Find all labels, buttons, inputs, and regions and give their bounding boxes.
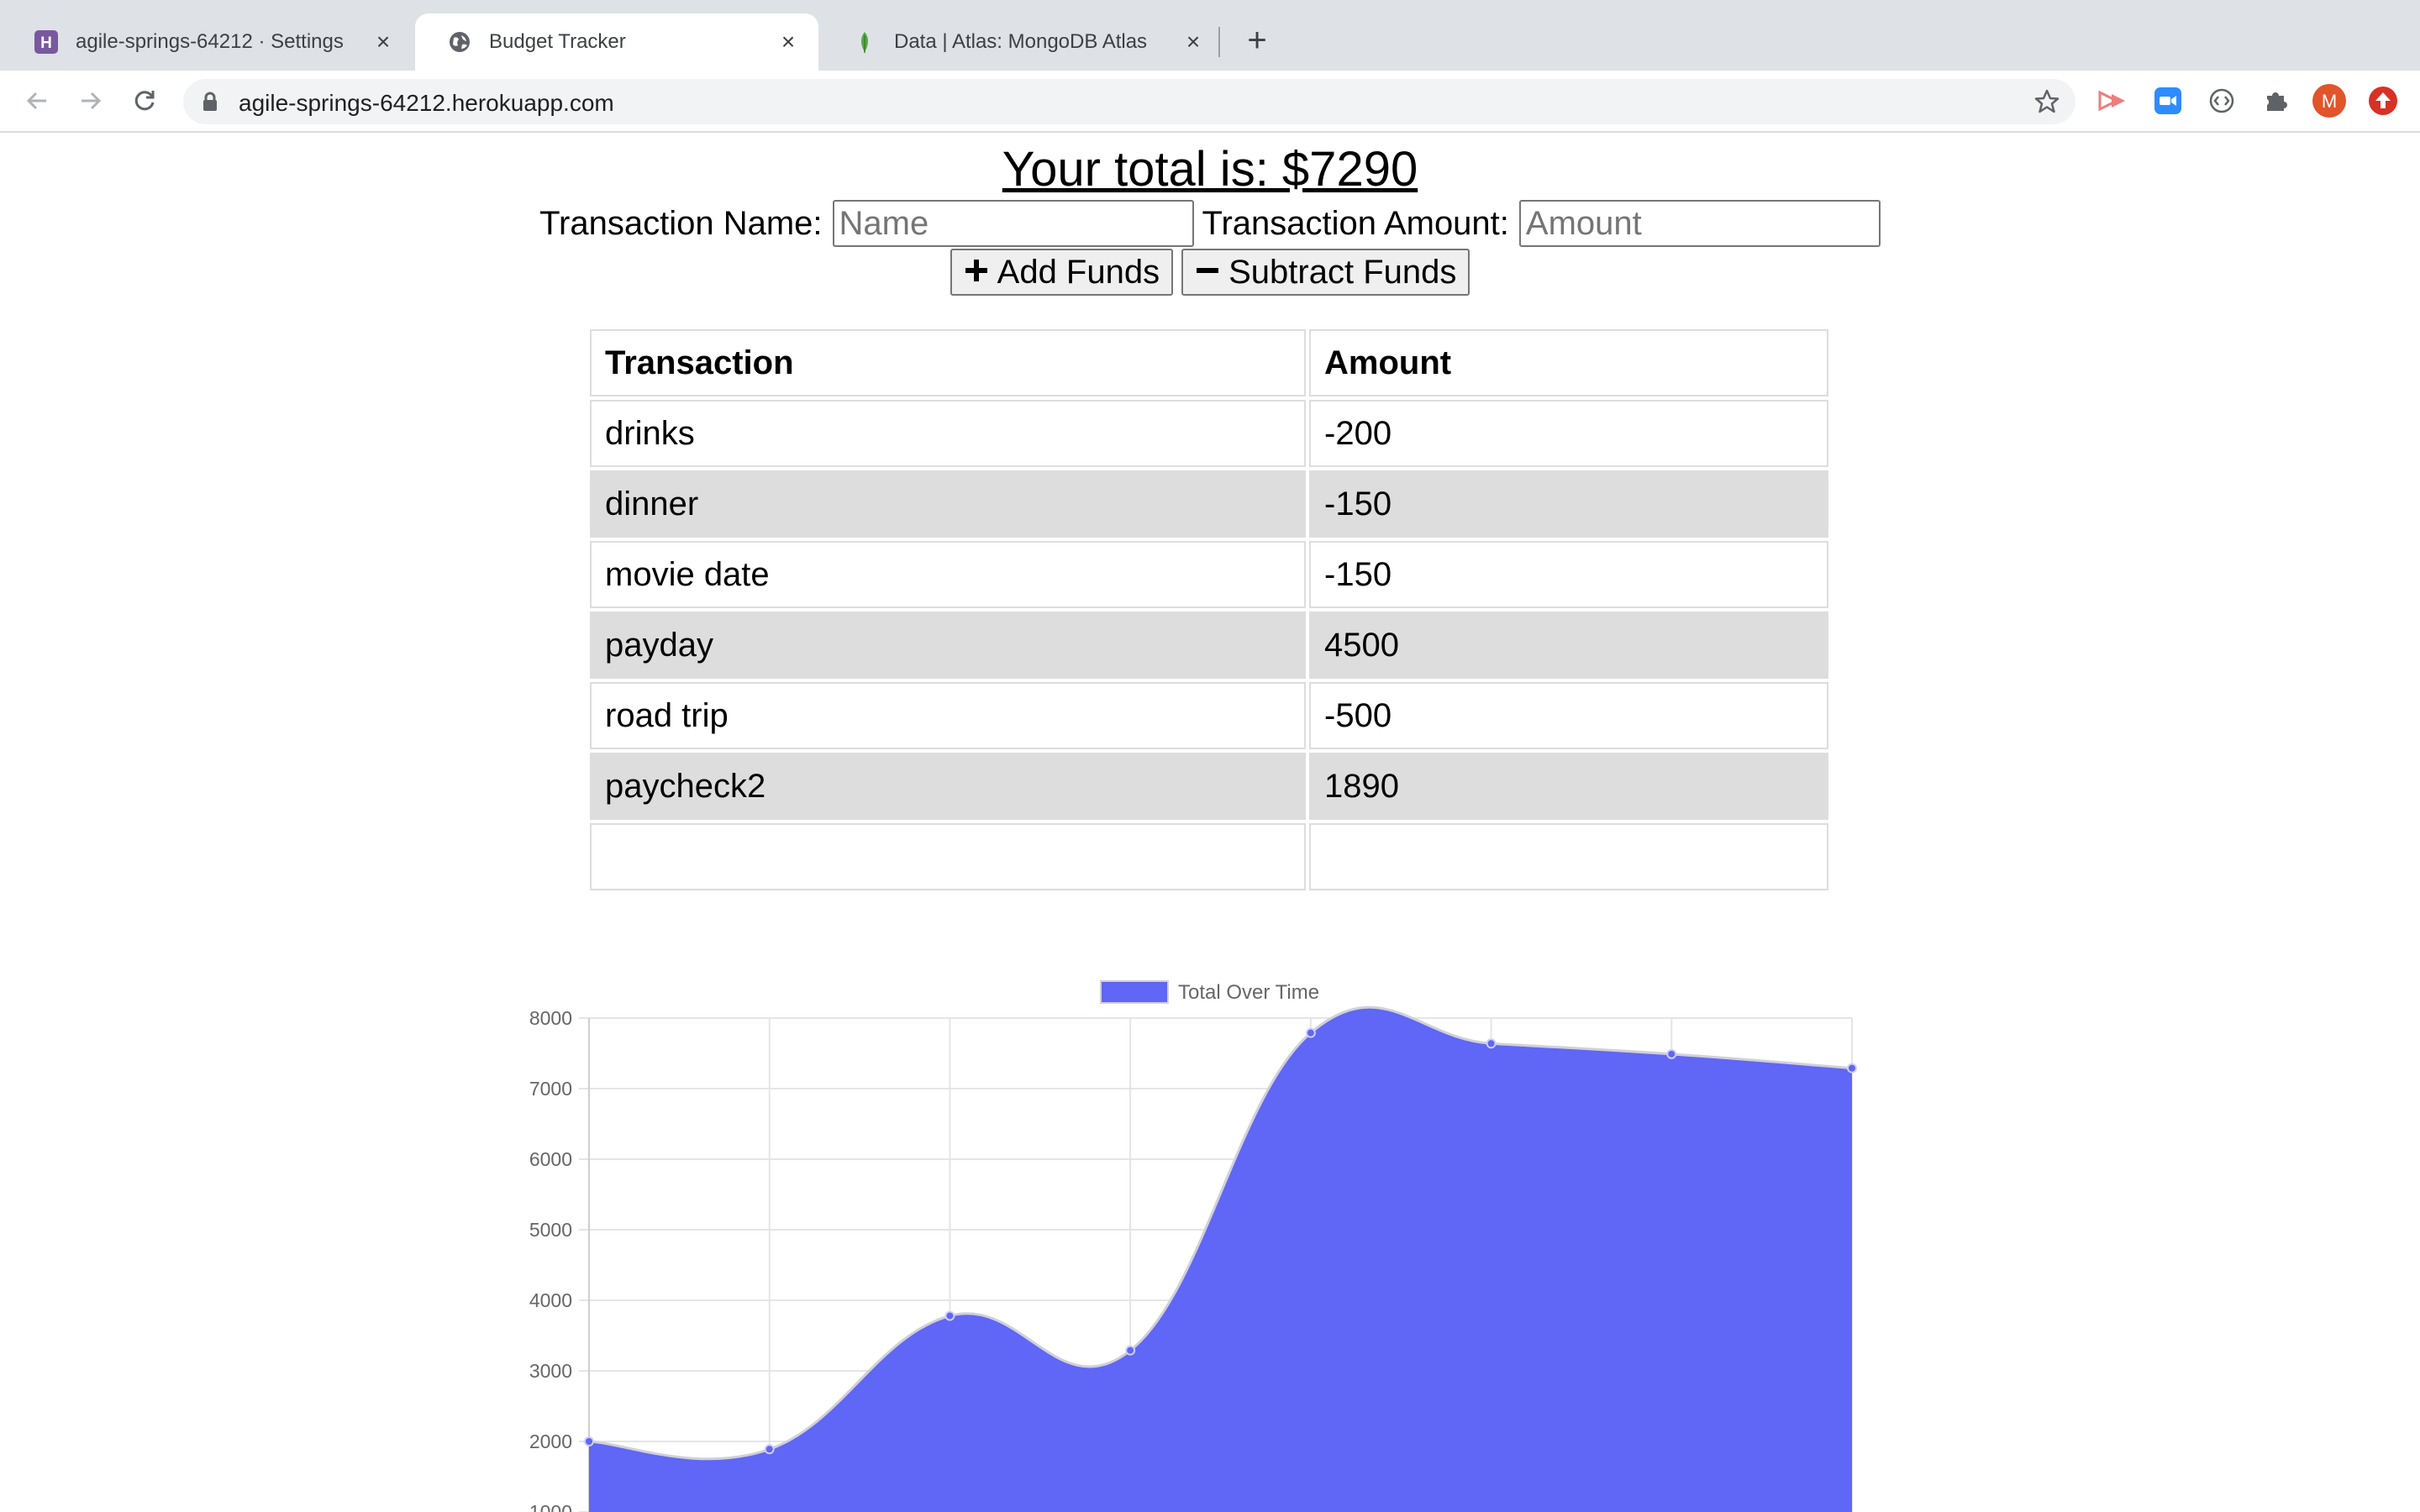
transaction-name-cell: payday [590,612,1306,679]
back-arrow-icon [26,92,46,110]
transactions-table: Transaction Amount drinks -200 dinner -150… [588,328,1832,894]
legend-label: Total Over Time [1178,981,1319,1004]
transaction-amount-label: Transaction Amount: [1202,204,1509,242]
reload-button[interactable] [126,82,163,119]
data-point [1847,1063,1857,1074]
tab-title: Budget Tracker [489,30,626,53]
transaction-name-cell [590,823,1306,890]
data-point [764,1444,775,1455]
transaction-amount-cell: -500 [1309,682,1828,749]
data-point [1125,1345,1136,1356]
heroku-icon: H [34,29,59,55]
transaction-name-cell: dinner [590,470,1306,538]
transaction-name-cell: drinks [590,400,1306,467]
transaction-name-cell: movie date [590,541,1306,608]
globe-icon [447,29,472,55]
tab-mongodb-atlas[interactable]: Data | Atlas: MongoDB Atlas × [820,13,1223,71]
close-icon[interactable]: × [371,30,395,54]
transaction-amount-cell: 1890 [1309,753,1828,820]
close-icon[interactable]: × [776,30,800,54]
tab-title: Data | Atlas: MongoDB Atlas [894,30,1148,53]
tab-heroku-settings[interactable]: H agile-springs-64212 · Settings × [2,13,413,71]
extension-screencast-icon[interactable] [2094,82,2131,119]
table-header-row: Transaction Amount [590,329,1828,396]
transaction-name-label: Transaction Name: [539,204,823,242]
add-funds-button[interactable]: Add Funds [950,249,1174,296]
table-row [590,823,1828,890]
column-header-transaction: Transaction [590,329,1306,396]
y-tick-label: 1000 [529,1501,572,1512]
total-heading: Your total is: $7290 [1002,142,1418,197]
table-row: movie date -150 [590,541,1828,608]
update-chrome-icon[interactable] [2365,82,2402,119]
browser-tab-strip: H agile-springs-64212 · Settings × Budge… [0,0,2420,71]
back-button[interactable] [18,82,55,119]
y-tick-label: 5000 [529,1219,572,1241]
reload-icon [134,91,155,111]
table-row: road trip -500 [590,682,1828,749]
minus-icon [1195,254,1220,291]
data-point [1305,1027,1316,1038]
add-funds-label: Add Funds [997,253,1160,291]
y-tick-label: 8000 [529,1007,572,1029]
table-row: paycheck2 1890 [590,753,1828,820]
y-tick-label: 3000 [529,1360,572,1382]
data-point [1666,1048,1677,1059]
url-text: agile-springs-64212.herokuapp.com [239,90,614,116]
subtract-funds-label: Subtract Funds [1228,253,1457,291]
transaction-name-cell: paycheck2 [590,753,1306,820]
transaction-amount-cell: -200 [1309,400,1828,467]
plus-icon [964,254,989,291]
code-extension-icon[interactable] [2203,82,2240,119]
transactions-table-container[interactable]: Transaction Amount drinks -200 dinner -150… [588,328,1832,964]
table-row: payday 4500 [590,612,1828,679]
column-header-amount: Amount [1309,329,1828,396]
forward-button[interactable] [72,82,109,119]
budget-tracker-page: Your total is: $7290 Transaction Name: T… [0,133,2420,1512]
mongodb-leaf-icon [852,29,877,55]
series-area [589,1007,1852,1512]
transaction-amount-cell: -150 [1309,541,1828,608]
browser-toolbar: agile-springs-64212.herokuapp.com M [0,71,2420,133]
data-point [944,1310,955,1321]
zoom-extension-icon[interactable] [2149,82,2186,119]
legend-swatch [1100,980,1169,1004]
total-over-time-chart: 100020003000400050006000700080009/16/202… [529,980,1857,1512]
data-point [1486,1038,1497,1049]
y-tick-label: 7000 [529,1078,572,1100]
table-row: drinks -200 [590,400,1828,467]
transaction-name-input[interactable] [832,200,1194,247]
transaction-name-cell: road trip [590,682,1306,749]
transaction-amount-input[interactable] [1518,200,1881,247]
table-row: dinner -150 [590,470,1828,538]
transaction-amount-cell: 4500 [1309,612,1828,679]
transaction-amount-cell [1309,823,1828,890]
transaction-form: Transaction Name: Transaction Amount: [0,200,2420,247]
bookmark-star-icon[interactable] [2033,88,2060,119]
close-icon[interactable]: × [1181,30,1205,54]
y-tick-label: 6000 [529,1148,572,1170]
y-tick-label: 4000 [529,1289,572,1311]
data-point [584,1436,594,1446]
y-tick-label: 2000 [529,1431,572,1452]
address-bar[interactable]: agile-springs-64212.herokuapp.com [183,79,2075,124]
profile-initial: M [2322,91,2337,112]
transaction-amount-cell: -150 [1309,470,1828,538]
new-tab-button[interactable]: + [1239,22,1276,59]
profile-avatar[interactable]: M [2311,82,2348,119]
tab-title: agile-springs-64212 · Settings [76,30,344,53]
forward-arrow-icon [82,92,102,110]
tab-budget-tracker[interactable]: Budget Tracker × [415,13,818,71]
extensions-puzzle-icon[interactable] [2257,82,2294,119]
tab-separator [1218,27,1220,57]
svg-text:H: H [40,34,52,52]
lock-icon [202,92,218,116]
action-buttons: Add Funds Subtract Funds [0,249,2420,296]
subtract-funds-button[interactable]: Subtract Funds [1181,249,1470,296]
